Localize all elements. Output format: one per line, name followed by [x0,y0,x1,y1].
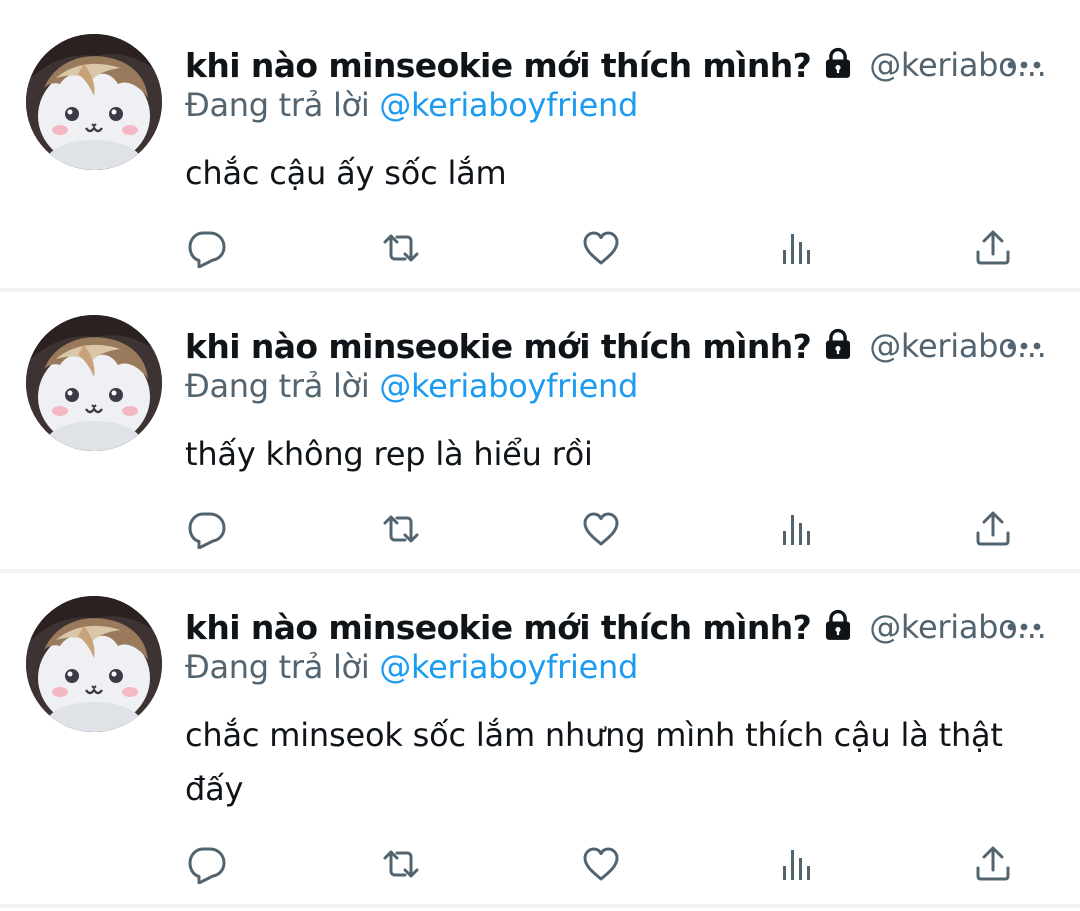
more-options-icon[interactable] [1006,40,1042,90]
share-icon[interactable] [971,842,1015,886]
more-options-icon[interactable] [1006,602,1042,652]
share-icon[interactable] [971,507,1015,551]
tweet-actions [185,507,1025,551]
tweet-text: chắc cậu ấy sốc lắm [185,146,1045,200]
tweet-text-line: chắc minseok sốc lắm nhưng mình thích cậ… [185,716,1003,754]
display-name[interactable]: khi nào minseokie mới thích mình? [185,327,812,366]
more-options-icon[interactable] [1006,321,1042,371]
avatar[interactable] [26,315,162,451]
tweet-text-line: đấy [185,770,244,808]
like-icon[interactable] [579,842,623,886]
lock-icon [821,608,855,646]
reply-icon[interactable] [185,226,229,270]
tweet-text: chắc minseok sốc lắm nhưng mình thích cậ… [185,708,1045,816]
like-icon[interactable] [579,507,623,551]
reply-mention-link[interactable]: @keriaboyfriend [379,648,638,686]
divider [0,569,1080,573]
views-icon[interactable] [775,842,819,886]
tweet-text-line: chắc cậu ấy sốc lắm [185,154,507,192]
tweet-text: thấy không rep là hiểu rồi [185,427,1045,481]
reply-prefix: Đang trả lời [185,367,370,405]
tweet-header: khi nào minseokie mới thích mình? @keria… [185,321,1065,371]
like-icon[interactable] [579,226,623,270]
divider [0,288,1080,292]
reply-prefix: Đang trả lời [185,648,370,686]
lock-icon [821,327,855,365]
display-name[interactable]: khi nào minseokie mới thích mình? [185,46,812,85]
retweet-icon[interactable] [379,507,423,551]
divider [0,904,1080,908]
reply-icon[interactable] [185,507,229,551]
avatar[interactable] [26,34,162,170]
tweet-header: khi nào minseokie mới thích mình? @keria… [185,40,1065,90]
avatar[interactable] [26,596,162,732]
tweet-actions [185,226,1025,270]
retweet-icon[interactable] [379,226,423,270]
tweet-text-line: thấy không rep là hiểu rồi [185,435,593,473]
views-icon[interactable] [775,226,819,270]
reply-mention-link[interactable]: @keriaboyfriend [379,367,638,405]
reply-context: Đang trả lời @keriaboyfriend [185,367,638,405]
reply-icon[interactable] [185,842,229,886]
reply-prefix: Đang trả lời [185,86,370,124]
reply-mention-link[interactable]: @keriaboyfriend [379,86,638,124]
lock-icon [821,46,855,84]
views-icon[interactable] [775,507,819,551]
tweet-actions [185,842,1025,886]
share-icon[interactable] [971,226,1015,270]
display-name[interactable]: khi nào minseokie mới thích mình? [185,608,812,647]
retweet-icon[interactable] [379,842,423,886]
tweet-header: khi nào minseokie mới thích mình? @keria… [185,602,1065,652]
reply-context: Đang trả lời @keriaboyfriend [185,86,638,124]
reply-context: Đang trả lời @keriaboyfriend [185,648,638,686]
